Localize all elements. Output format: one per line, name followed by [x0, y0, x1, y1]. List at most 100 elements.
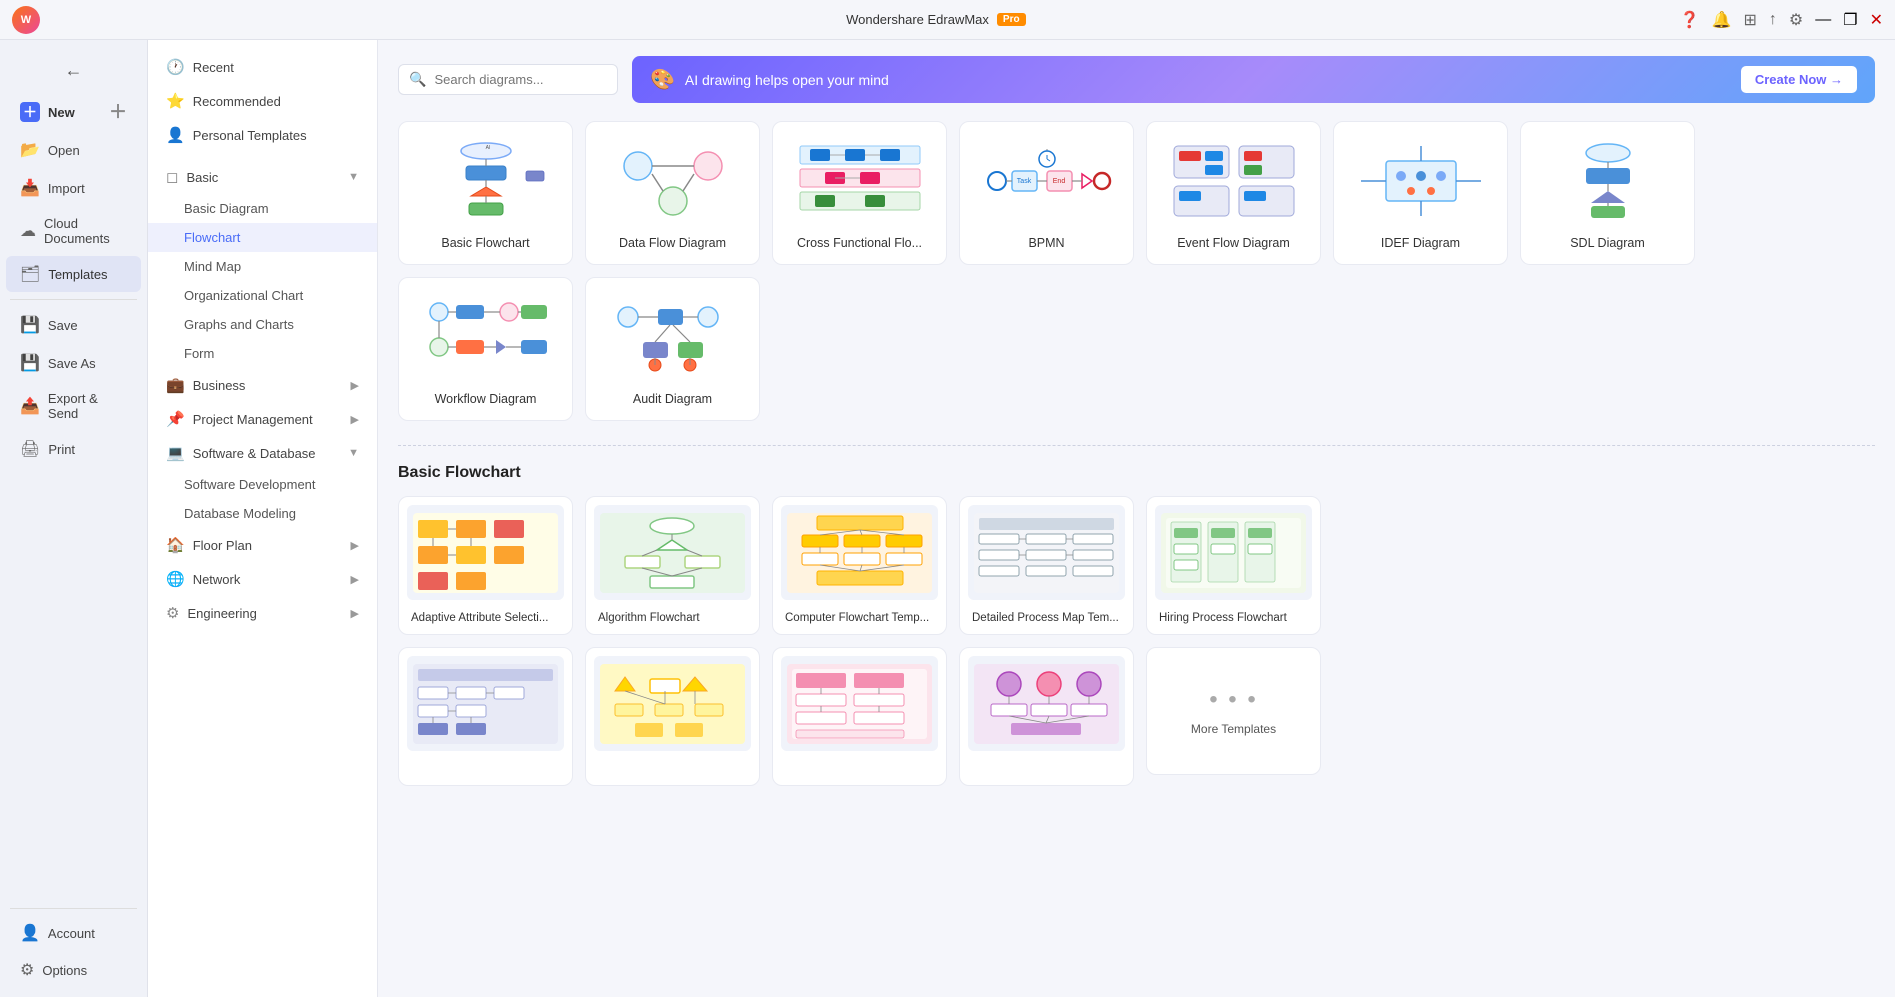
- cat-org-chart[interactable]: Organizational Chart: [148, 281, 377, 310]
- cat-project[interactable]: 📌 Project Management ▶: [148, 402, 377, 436]
- cat-flowchart[interactable]: Flowchart: [148, 223, 377, 252]
- title-bar: W Wondershare EdrawMax Pro ❓ 🔔 ⊞ ↑ ⚙ — ❐…: [0, 0, 1895, 40]
- cat-floor-plan[interactable]: 🏠 Floor Plan ▶: [148, 528, 377, 562]
- diagram-img-cross-functional: [790, 136, 930, 226]
- help-icon[interactable]: ❓: [1680, 10, 1700, 30]
- diagram-label-workflow: Workflow Diagram: [435, 392, 537, 406]
- recommended-icon: ⭐: [166, 92, 185, 110]
- diagram-img-audit: [603, 292, 743, 382]
- diagram-card-sdl[interactable]: SDL Diagram: [1520, 121, 1695, 265]
- cat-graphs[interactable]: Graphs and Charts: [148, 310, 377, 339]
- diagram-img-workflow: [416, 292, 556, 382]
- diagram-img-bpmn: Task End: [977, 136, 1117, 226]
- diagram-img-event-flow: [1164, 136, 1304, 226]
- top-bar: 🔍 🎨 AI drawing helps open your mind Crea…: [398, 56, 1875, 103]
- main-content: 🔍 🎨 AI drawing helps open your mind Crea…: [378, 40, 1895, 997]
- cat-basic[interactable]: ◻ Basic ▼: [148, 160, 377, 194]
- search-input[interactable]: [434, 72, 607, 87]
- template-card-hiring[interactable]: Hiring Process Flowchart: [1146, 496, 1321, 635]
- cat-recommended[interactable]: ⭐ Recommended: [148, 84, 377, 118]
- add-new-icon[interactable]: ＋: [109, 103, 127, 121]
- app-title-area: Wondershare EdrawMax Pro: [846, 12, 1026, 27]
- share-icon[interactable]: ↑: [1769, 11, 1777, 29]
- cat-recent[interactable]: 🕐 Recent: [148, 50, 377, 84]
- basic-icon: ◻: [166, 168, 178, 186]
- sidebar-item-options[interactable]: ⚙ Options: [6, 952, 141, 988]
- new-icon: ＋: [20, 102, 40, 122]
- category-sidebar: 🕐 Recent ⭐ Recommended 👤 Personal Templa…: [148, 40, 378, 997]
- template-card-computer-fc[interactable]: Computer Flowchart Temp...: [772, 496, 947, 635]
- settings-icon[interactable]: ⚙: [1789, 10, 1803, 30]
- diagram-card-data-flow[interactable]: Data Flow Diagram: [585, 121, 760, 265]
- diagram-img-data-flow: [603, 136, 743, 226]
- back-button[interactable]: ←: [54, 52, 94, 89]
- cat-form[interactable]: Form: [148, 339, 377, 368]
- template-card-row2-2[interactable]: [585, 647, 760, 786]
- engineering-icon: ⚙: [166, 604, 179, 622]
- recent-icon: 🕐: [166, 58, 185, 76]
- svg-text:AI: AI: [485, 145, 490, 151]
- diagram-img-basic-flowchart: AI: [416, 136, 556, 226]
- diagram-card-bpmn[interactable]: Task End BPMN: [959, 121, 1134, 265]
- diagram-card-basic-flowchart[interactable]: AI Basic Flowchart: [398, 121, 573, 265]
- avatar[interactable]: W: [12, 6, 40, 34]
- cat-business[interactable]: 💼 Business ▶: [148, 368, 377, 402]
- template-label-adaptive: Adaptive Attribute Selecti...: [407, 612, 552, 628]
- sidebar-item-templates[interactable]: 🗂 Templates: [6, 256, 141, 292]
- save-as-icon: 💾: [20, 353, 40, 373]
- diagram-label-data-flow: Data Flow Diagram: [619, 236, 726, 250]
- template-img-row2-3: [781, 656, 938, 751]
- section-title-basic-flowchart: Basic Flowchart: [398, 464, 1875, 482]
- template-card-row2-4[interactable]: [959, 647, 1134, 786]
- business-icon: 💼: [166, 376, 185, 394]
- cat-engineering[interactable]: ⚙ Engineering ▶: [148, 596, 377, 630]
- template-card-adaptive[interactable]: Adaptive Attribute Selecti...: [398, 496, 573, 635]
- search-box[interactable]: 🔍: [398, 64, 618, 95]
- sidebar-item-save[interactable]: 💾 Save: [6, 307, 141, 343]
- floor-plan-icon: 🏠: [166, 536, 185, 554]
- template-card-detailed[interactable]: Detailed Process Map Tem...: [959, 496, 1134, 635]
- ai-banner-text: AI drawing helps open your mind: [685, 72, 889, 88]
- diagram-card-workflow[interactable]: Workflow Diagram: [398, 277, 573, 421]
- restore-btn[interactable]: ❐: [1843, 10, 1857, 30]
- template-img-row2-1: [407, 656, 564, 751]
- sidebar-item-print[interactable]: 🖨 Print: [6, 431, 141, 467]
- sidebar-bottom: 👤 Account ⚙ Options: [0, 902, 147, 989]
- svg-text:End: End: [1052, 178, 1065, 185]
- diagram-card-event-flow[interactable]: Event Flow Diagram: [1146, 121, 1321, 265]
- cat-mind-map[interactable]: Mind Map: [148, 252, 377, 281]
- template-img-row2-4: [968, 656, 1125, 751]
- diagram-card-cross-functional[interactable]: Cross Functional Flo...: [772, 121, 947, 265]
- cat-network[interactable]: 🌐 Network ▶: [148, 562, 377, 596]
- diagram-label-sdl: SDL Diagram: [1570, 236, 1645, 250]
- sidebar-item-export[interactable]: 📤 Export & Send: [6, 383, 141, 429]
- more-templates-label: More Templates: [1191, 722, 1276, 736]
- sidebar-item-cloud[interactable]: ☁ Cloud Documents: [6, 208, 141, 254]
- minimize-btn[interactable]: —: [1815, 11, 1831, 29]
- cat-db-modeling[interactable]: Database Modeling: [148, 499, 377, 528]
- grid-icon[interactable]: ⊞: [1744, 10, 1757, 30]
- sidebar-item-save-as[interactable]: 💾 Save As: [6, 345, 141, 381]
- diagram-card-idef[interactable]: IDEF Diagram: [1333, 121, 1508, 265]
- diagram-label-basic-flowchart: Basic Flowchart: [441, 236, 529, 250]
- diagram-card-audit[interactable]: Audit Diagram: [585, 277, 760, 421]
- template-img-row2-2: [594, 656, 751, 751]
- create-now-button[interactable]: Create Now →: [1741, 66, 1857, 93]
- template-card-algorithm[interactable]: Algorithm Flowchart: [585, 496, 760, 635]
- svg-text:Task: Task: [1016, 178, 1031, 185]
- close-btn[interactable]: ✕: [1870, 10, 1883, 30]
- cat-personal[interactable]: 👤 Personal Templates: [148, 118, 377, 152]
- more-templates-card[interactable]: • • • More Templates: [1146, 647, 1321, 775]
- notification-icon[interactable]: 🔔: [1712, 10, 1732, 30]
- sidebar-item-account[interactable]: 👤 Account: [6, 915, 141, 951]
- cloud-icon: ☁: [20, 221, 36, 241]
- template-card-row2-1[interactable]: [398, 647, 573, 786]
- sidebar-item-open[interactable]: 📂 Open: [6, 132, 141, 168]
- template-card-row2-3[interactable]: [772, 647, 947, 786]
- cat-software[interactable]: 💻 Software & Database ▼: [148, 436, 377, 470]
- template-img-algorithm: [594, 505, 751, 600]
- cat-software-dev[interactable]: Software Development: [148, 470, 377, 499]
- cat-basic-diagram[interactable]: Basic Diagram: [148, 194, 377, 223]
- sidebar-item-new[interactable]: ＋ New ＋: [6, 94, 141, 130]
- sidebar-item-import[interactable]: 📥 Import: [6, 170, 141, 206]
